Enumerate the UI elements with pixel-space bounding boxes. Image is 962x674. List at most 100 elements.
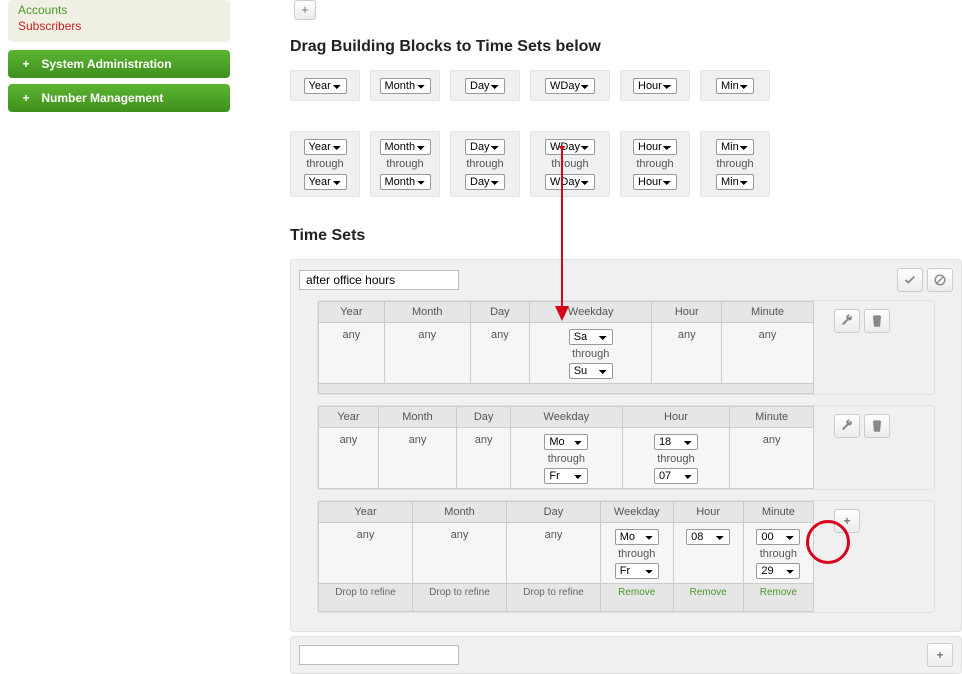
cancel-button[interactable] bbox=[927, 268, 953, 292]
heading-time-sets: Time Sets bbox=[290, 227, 962, 245]
cell-day: any bbox=[457, 428, 511, 489]
select-hour-from[interactable]: 18 bbox=[654, 434, 698, 450]
select-wday-to[interactable]: Fr bbox=[544, 468, 588, 484]
rule-table: Year Month Day Weekday Hour Minute any a… bbox=[318, 501, 814, 612]
block-month-range[interactable]: Month through Month bbox=[370, 131, 440, 197]
remove-cell[interactable]: Remove bbox=[600, 584, 673, 612]
select-min-to[interactable]: Min bbox=[716, 174, 754, 190]
confirm-button[interactable] bbox=[897, 268, 923, 292]
check-icon bbox=[903, 273, 917, 287]
plus-icon: + bbox=[936, 648, 943, 662]
block-year[interactable]: Year bbox=[290, 70, 360, 101]
rule-block-1: Year Month Day Weekday Hour Minute any a… bbox=[317, 300, 935, 395]
select-month-to[interactable]: Month bbox=[380, 174, 431, 190]
select-wday-to[interactable]: WDay bbox=[545, 174, 595, 190]
remove-cell[interactable]: Remove bbox=[743, 584, 813, 612]
add-timeset-button[interactable]: + bbox=[927, 643, 953, 667]
select-month[interactable]: Month bbox=[380, 78, 431, 94]
delete-button[interactable] bbox=[864, 414, 890, 438]
block-day-range[interactable]: Day through Day bbox=[450, 131, 520, 197]
sidebar-link-accounts[interactable]: Accounts bbox=[18, 2, 220, 18]
select-month-from[interactable]: Month bbox=[380, 139, 431, 155]
select-day-to[interactable]: Day bbox=[465, 174, 505, 190]
col-hour: Hour bbox=[652, 302, 722, 323]
cell-minute: any bbox=[722, 323, 814, 384]
select-wday-from[interactable]: Mo bbox=[544, 434, 588, 450]
select-wday-from[interactable]: Mo bbox=[615, 529, 659, 545]
delete-button[interactable] bbox=[864, 309, 890, 333]
drop-cell[interactable]: Drop to refine bbox=[319, 584, 413, 612]
cell-month: any bbox=[412, 523, 506, 584]
through-label: through bbox=[537, 155, 603, 173]
select-year-to[interactable]: Year bbox=[304, 174, 347, 190]
cell-weekday: Mo through Fr bbox=[600, 523, 673, 584]
col-weekday: Weekday bbox=[600, 502, 673, 523]
add-timeset-panel: + bbox=[290, 636, 962, 674]
block-min[interactable]: Min bbox=[700, 70, 770, 101]
block-day[interactable]: Day bbox=[450, 70, 520, 101]
col-month: Month bbox=[412, 502, 506, 523]
through-label: through bbox=[746, 545, 811, 563]
through-label: through bbox=[532, 345, 649, 363]
trash-icon bbox=[870, 419, 884, 433]
block-wday-range[interactable]: WDay through WDay bbox=[530, 131, 610, 197]
select-wday-to[interactable]: Fr bbox=[615, 563, 659, 579]
rule-block-2: Year Month Day Weekday Hour Minute any a… bbox=[317, 405, 935, 490]
select-hour-from[interactable]: 08 bbox=[686, 529, 730, 545]
cell-year: any bbox=[319, 428, 379, 489]
col-day: Day bbox=[457, 407, 511, 428]
select-min-from[interactable]: 00 bbox=[756, 529, 800, 545]
select-hour-to[interactable]: 07 bbox=[654, 468, 698, 484]
new-timeset-input[interactable] bbox=[299, 645, 459, 665]
through-label: through bbox=[513, 450, 619, 468]
select-year-from[interactable]: Year bbox=[304, 139, 347, 155]
select-year[interactable]: Year bbox=[304, 78, 347, 94]
cell-minute: 00 through 29 bbox=[743, 523, 813, 584]
block-hour-range[interactable]: Hour through Hour bbox=[620, 131, 690, 197]
sidebar-btn-label: System Administration bbox=[41, 57, 171, 71]
select-day-from[interactable]: Day bbox=[465, 139, 505, 155]
block-wday[interactable]: WDay bbox=[530, 70, 610, 101]
block-min-range[interactable]: Min through Min bbox=[700, 131, 770, 197]
select-min-from[interactable]: Min bbox=[716, 139, 754, 155]
select-wday[interactable]: WDay bbox=[545, 78, 595, 94]
cell-hour: 18 through 07 bbox=[622, 428, 730, 489]
trash-icon bbox=[870, 314, 884, 328]
remove-cell[interactable]: Remove bbox=[673, 584, 743, 612]
add-rule-button[interactable]: + bbox=[834, 509, 860, 533]
drop-cell[interactable]: Drop to refine bbox=[412, 584, 506, 612]
block-hour[interactable]: Hour bbox=[620, 70, 690, 101]
select-min-to[interactable]: 29 bbox=[756, 563, 800, 579]
select-wday-from[interactable]: Sa bbox=[569, 329, 613, 345]
timeset-panel: Year Month Day Weekday Hour Minute any a… bbox=[290, 259, 962, 632]
block-year-range[interactable]: Year through Year bbox=[290, 131, 360, 197]
cell-hour: any bbox=[652, 323, 722, 384]
select-hour-to[interactable]: Hour bbox=[633, 174, 677, 190]
edit-button[interactable] bbox=[834, 414, 860, 438]
sidebar-btn-number-management[interactable]: + Number Management bbox=[8, 84, 230, 112]
rule-table: Year Month Day Weekday Hour Minute any a… bbox=[318, 406, 814, 489]
sidebar-btn-system-administration[interactable]: + System Administration bbox=[8, 50, 230, 78]
drop-cell[interactable]: Drop to refine bbox=[506, 584, 600, 612]
through-label: through bbox=[457, 155, 513, 173]
through-label: through bbox=[627, 155, 683, 173]
select-hour[interactable]: Hour bbox=[633, 78, 677, 94]
add-block-button[interactable]: + bbox=[294, 0, 316, 20]
through-label: through bbox=[625, 450, 728, 468]
block-month[interactable]: Month bbox=[370, 70, 440, 101]
select-day[interactable]: Day bbox=[465, 78, 505, 94]
edit-button[interactable] bbox=[834, 309, 860, 333]
select-wday-to[interactable]: Su bbox=[569, 363, 613, 379]
timeset-name-input[interactable] bbox=[299, 270, 459, 290]
col-minute: Minute bbox=[743, 502, 813, 523]
select-hour-from[interactable]: Hour bbox=[633, 139, 677, 155]
building-blocks-range-row: Year through Year Month through Month Da… bbox=[290, 131, 962, 197]
cell-weekday: Mo through Fr bbox=[511, 428, 622, 489]
col-day: Day bbox=[470, 302, 529, 323]
col-year: Year bbox=[319, 302, 385, 323]
col-weekday: Weekday bbox=[511, 407, 622, 428]
plus-icon: + bbox=[20, 91, 32, 105]
select-wday-from[interactable]: WDay bbox=[545, 139, 595, 155]
select-min[interactable]: Min bbox=[716, 78, 754, 94]
sidebar-link-subscribers[interactable]: Subscribers bbox=[18, 18, 220, 34]
